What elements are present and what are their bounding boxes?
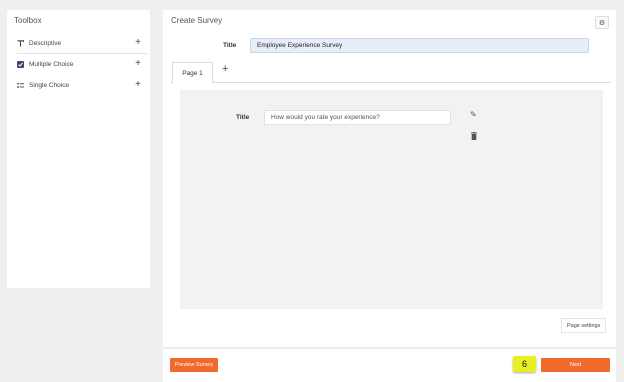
toolbox-title: Toolbox xyxy=(14,16,42,25)
page-settings-button[interactable]: Page settings xyxy=(561,318,607,333)
tab-page-1[interactable]: Page 1 xyxy=(172,62,213,84)
next-button[interactable]: Next xyxy=(541,358,610,372)
toolbox-item-label: Descriptive xyxy=(29,39,62,47)
settings-button[interactable]: ⚙ xyxy=(595,16,609,29)
survey-title-input[interactable]: Employee Experience Survey xyxy=(250,38,589,53)
page-tabs: Page 1 + xyxy=(171,61,611,84)
page-canvas: Title How would you rate your experience… xyxy=(180,90,603,309)
preview-survey-button[interactable]: Preview Survey xyxy=(170,358,218,372)
toolbox-item-label: Multiple Choice xyxy=(29,60,74,68)
survey-editor: Create Survey ⚙ Title Employee Experienc… xyxy=(163,10,616,347)
add-descriptive-button[interactable]: + xyxy=(135,38,141,48)
editor-title: Create Survey xyxy=(171,16,223,25)
toolbox-panel: Toolbox Descriptive + Multiple Choice + … xyxy=(7,10,150,288)
add-page-button[interactable]: + xyxy=(222,64,228,75)
pencil-icon[interactable]: ✎ xyxy=(470,111,477,119)
gear-icon: ⚙ xyxy=(598,19,606,27)
survey-title-label: Title xyxy=(223,42,237,49)
footer-bar: Preview Survey 6 Next xyxy=(163,349,616,382)
add-multiple-choice-button[interactable]: + xyxy=(135,59,141,69)
step-badge: 6 xyxy=(513,356,536,372)
toolbox-item-single-choice[interactable]: Single Choice + xyxy=(7,75,150,95)
toolbox-item-descriptive[interactable]: Descriptive + xyxy=(7,33,150,53)
checkbox-icon xyxy=(17,60,24,68)
trash-icon[interactable] xyxy=(471,127,477,140)
add-single-choice-button[interactable]: + xyxy=(135,80,141,90)
toolbox-item-multiple-choice[interactable]: Multiple Choice + xyxy=(7,54,150,74)
toolbox-item-label: Single Choice xyxy=(29,81,70,89)
list-icon xyxy=(17,82,24,89)
text-icon xyxy=(17,39,24,47)
question-title-input[interactable]: How would you rate your experience? xyxy=(264,110,451,125)
question-title-label: Title xyxy=(236,114,250,121)
